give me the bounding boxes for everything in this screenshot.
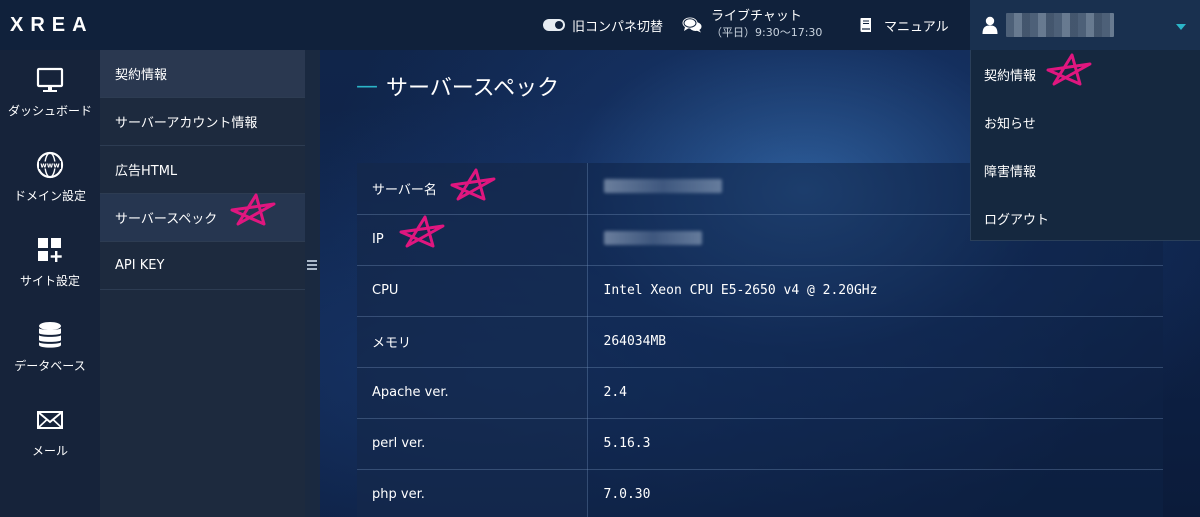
nav-domain[interactable]: www www ドメイン設定 xyxy=(0,135,100,220)
monitor-icon xyxy=(36,67,64,92)
annotation-star-mark xyxy=(1046,53,1092,86)
spec-key: Apache ver. xyxy=(357,367,588,419)
redacted-ip xyxy=(603,230,702,245)
nav-dashboard[interactable]: ダッシュボード xyxy=(0,50,100,135)
spec-key: IP xyxy=(357,214,588,266)
spec-key: メモリ xyxy=(357,316,588,368)
spec-value: 7.0.30 xyxy=(587,469,1163,517)
page-title-text: サーバースペック xyxy=(386,76,560,101)
title-dash-accent: — xyxy=(356,73,378,99)
nav-site-label: サイト設定 xyxy=(19,274,80,288)
annotation-star-mark xyxy=(230,193,276,226)
table-row: perl ver. 5.16.3 xyxy=(357,418,1163,470)
nav-database-label: データベース xyxy=(14,359,86,373)
spec-value: 5.16.3 xyxy=(587,418,1163,470)
user-icon xyxy=(982,16,998,34)
spec-key: CPU xyxy=(357,265,588,317)
nav-mail[interactable]: メール xyxy=(0,390,100,475)
spec-value: Intel Xeon CPU E5-2650 v4 @ 2.20GHz xyxy=(587,265,1163,317)
globe-www-icon: www www xyxy=(36,151,64,179)
spec-key: perl ver. xyxy=(357,418,588,470)
live-chat-hours: （平日）9:30～17:30 xyxy=(711,26,823,39)
sub-nav: 契約情報 サーバーアカウント情報 広告HTML サーバースペック API KEY xyxy=(100,50,305,517)
chat-bubbles-icon xyxy=(682,17,702,33)
nav-mail-label: メール xyxy=(31,444,68,458)
nav-dashboard-label: ダッシュボード xyxy=(7,104,92,118)
dropdown-item-news[interactable]: お知らせ xyxy=(971,98,1200,146)
old-panel-toggle-label: 旧コンパネ切替 xyxy=(572,19,664,35)
dropdown-item-logout[interactable]: ログアウト xyxy=(971,194,1200,242)
top-bar: XREA 旧コンパネ切替 ライブチャット （平日）9:30～17:30 マニュア… xyxy=(0,0,1200,50)
grid-plus-icon xyxy=(38,238,62,262)
toggle-icon xyxy=(543,19,565,31)
old-panel-toggle[interactable]: 旧コンパネ切替 xyxy=(543,0,663,50)
xrea-logo[interactable]: XREA xyxy=(10,14,94,37)
hamburger-icon[interactable] xyxy=(307,260,317,270)
redacted-server-name xyxy=(603,179,722,194)
live-chat-link[interactable]: ライブチャット （平日）9:30～17:30 xyxy=(682,0,822,50)
dropdown-item-outage[interactable]: 障害情報 xyxy=(971,146,1200,194)
subnav-item-server-account[interactable]: サーバーアカウント情報 xyxy=(100,98,305,146)
database-icon xyxy=(39,322,61,348)
annotation-star-mark xyxy=(450,168,496,201)
user-menu-toggle[interactable] xyxy=(970,0,1200,50)
subnav-item-ad-html[interactable]: 広告HTML xyxy=(100,146,305,194)
table-row: Apache ver. 2.4 xyxy=(357,367,1163,419)
annotation-star-mark xyxy=(399,215,445,248)
user-name-redacted xyxy=(1006,13,1114,37)
live-chat-label: ライブチャット xyxy=(711,9,802,24)
icon-nav: ダッシュボード www www ドメイン設定 サイト設定 データベース xyxy=(0,50,100,517)
subnav-item-contract[interactable]: 契約情報 xyxy=(100,50,305,98)
envelope-icon xyxy=(37,411,63,429)
manual-label: マニュアル xyxy=(884,19,949,35)
spec-value: 264034MB xyxy=(587,316,1163,368)
spec-value: 2.4 xyxy=(587,367,1163,419)
table-row: CPU Intel Xeon CPU E5-2650 v4 @ 2.20GHz xyxy=(357,265,1163,317)
manual-link[interactable]: マニュアル xyxy=(858,0,949,50)
nav-database[interactable]: データベース xyxy=(0,305,100,390)
svg-text:www: www xyxy=(40,162,60,170)
book-icon xyxy=(860,18,871,32)
nav-site[interactable]: サイト設定 xyxy=(0,220,100,305)
table-row: php ver. 7.0.30 xyxy=(357,469,1163,517)
table-row: メモリ 264034MB xyxy=(357,316,1163,368)
nav-domain-label: ドメイン設定 xyxy=(13,189,86,203)
sidebar-splitter[interactable] xyxy=(305,50,320,517)
subnav-item-api-key[interactable]: API KEY xyxy=(100,242,305,290)
page-title: — サーバースペック xyxy=(356,70,559,102)
spec-key: php ver. xyxy=(357,469,588,517)
caret-down-icon xyxy=(1176,24,1186,30)
